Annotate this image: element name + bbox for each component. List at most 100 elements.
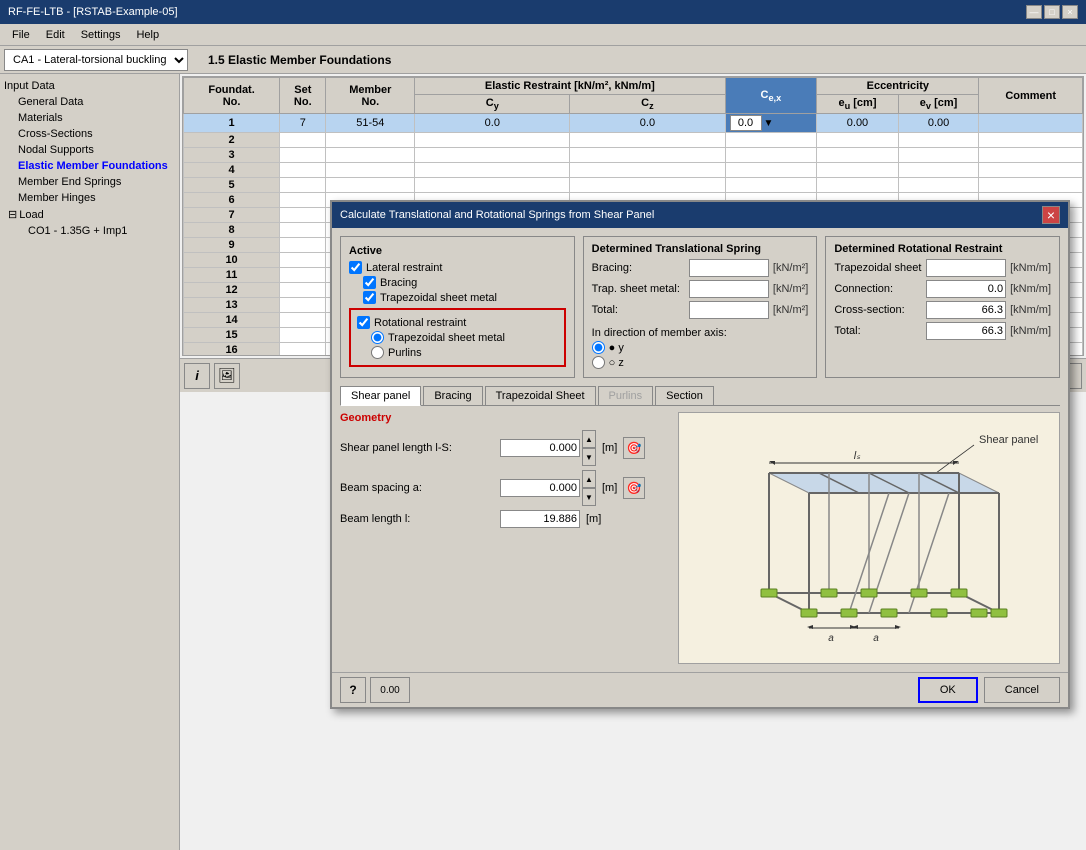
rot-trapezoidal-label: Trapezoidal sheet <box>834 262 921 274</box>
length-row: Shear panel length l-S: ▲ ▼ [m] 🎯 <box>340 430 670 466</box>
trap-radio-row: Trapezoidal sheet metal <box>357 331 558 344</box>
tab-purlins[interactable]: Purlins <box>598 386 654 405</box>
beam-length-label: Beam length l: <box>340 513 500 525</box>
dialog-title-text: Calculate Translational and Rotational S… <box>340 209 654 221</box>
shear-panel-dialog: Calculate Translational and Rotational S… <box>330 200 1070 709</box>
spacing-input-group: ▲ ▼ [m] 🎯 <box>500 470 645 506</box>
tab-section[interactable]: Section <box>655 386 714 405</box>
purlins-label: Purlins <box>388 347 422 359</box>
bracing-spring-row: Bracing: [kN/m²] <box>592 259 809 277</box>
cancel-button[interactable]: Cancel <box>984 677 1060 703</box>
svg-text:a: a <box>828 633 834 644</box>
beam-length-row: Beam length l: [m] <box>340 510 670 528</box>
rot-connection-row: Connection: [kNm/m] <box>834 280 1051 298</box>
trapezoidal-checkbox[interactable] <box>363 291 376 304</box>
lateral-restraint-checkbox[interactable] <box>349 261 362 274</box>
dir-z-row: ○ z <box>592 356 809 369</box>
active-section: Active Lateral restraint Bracing Trapezo… <box>340 236 575 378</box>
rot-connection-input[interactable] <box>926 280 1006 298</box>
spacing-row: Beam spacing a: ▲ ▼ [m] 🎯 <box>340 470 670 506</box>
length-spin-down[interactable]: ▼ <box>582 448 596 466</box>
rot-cross-section-unit: [kNm/m] <box>1010 304 1051 316</box>
translational-section: Determined Translational Spring Bracing:… <box>583 236 818 378</box>
dialog-close-button[interactable]: × <box>1042 206 1060 224</box>
length-spin-up[interactable]: ▲ <box>582 430 596 448</box>
trapezoidal-label: Trapezoidal sheet metal <box>380 292 497 304</box>
rotational-restraint-checkbox[interactable] <box>357 316 370 329</box>
dialog-footer-left: ? 0.00 <box>340 677 410 703</box>
trap-spring-input[interactable] <box>689 280 769 298</box>
spacing-label: Beam spacing a: <box>340 482 500 494</box>
total-spring-unit: [kN/m²] <box>773 304 808 316</box>
purlins-radio-row: Purlins <box>357 346 558 359</box>
direction-label: In direction of member axis: <box>592 327 809 339</box>
rot-total-label: Total: <box>834 325 860 337</box>
shear-panel-svg: Shear panel <box>689 413 1049 663</box>
total-spring-input[interactable] <box>689 301 769 319</box>
length-unit: [m] <box>602 442 617 454</box>
tab-bracing[interactable]: Bracing <box>423 386 482 405</box>
spacing-unit: [m] <box>602 482 617 494</box>
dialog-footer: ? 0.00 OK Cancel <box>332 672 1068 707</box>
spacing-pick-button[interactable]: 🎯 <box>623 477 645 499</box>
trapezoidal-row: Trapezoidal sheet metal <box>349 291 566 304</box>
tab-shear-panel-content: Geometry Shear panel length l-S: ▲ ▼ [m]… <box>340 412 1060 664</box>
active-section-title: Active <box>349 243 566 259</box>
length-input[interactable] <box>500 439 580 457</box>
shear-panel-text: Shear panel <box>979 434 1038 446</box>
rot-total-input[interactable] <box>926 322 1006 340</box>
length-input-group: ▲ ▼ [m] 🎯 <box>500 430 645 466</box>
trap-spring-row: Trap. sheet metal: [kN/m²] <box>592 280 809 298</box>
bracing-spring-input[interactable] <box>689 259 769 277</box>
dir-y-label: ● y <box>609 342 624 354</box>
spacing-spin-up[interactable]: ▲ <box>582 470 596 488</box>
rot-total-unit: [kNm/m] <box>1010 325 1051 337</box>
dir-z-radio[interactable] <box>592 356 605 369</box>
length-label: Shear panel length l-S: <box>340 442 500 454</box>
bracing-label: Bracing <box>380 277 417 289</box>
geometry-title: Geometry <box>340 412 670 424</box>
rot-connection-unit: [kNm/m] <box>1010 283 1051 295</box>
spacing-spin-down[interactable]: ▼ <box>582 488 596 506</box>
geometry-area: Geometry Shear panel length l-S: ▲ ▼ [m]… <box>340 412 670 664</box>
dialog-title-bar: Calculate Translational and Rotational S… <box>332 202 1068 228</box>
beam-length-unit: [m] <box>586 513 601 525</box>
rot-trapezoidal-row: Trapezoidal sheet [kNm/m] <box>834 259 1051 277</box>
svg-text:lₛ: lₛ <box>854 450 861 462</box>
trap-spring-label: Trap. sheet metal: <box>592 283 680 295</box>
purlins-radio[interactable] <box>371 346 384 359</box>
translational-title: Determined Translational Spring <box>592 243 809 255</box>
rotational-restraint-label: Rotational restraint <box>374 317 466 329</box>
rot-connection-label: Connection: <box>834 283 893 295</box>
dialog-top-row: Active Lateral restraint Bracing Trapezo… <box>340 236 1060 378</box>
bracing-spring-label: Bracing: <box>592 262 632 274</box>
dialog-overlay: Calculate Translational and Rotational S… <box>0 0 1086 850</box>
ok-button[interactable]: OK <box>918 677 978 703</box>
direction-area: In direction of member axis: ● y ○ z <box>592 327 809 369</box>
tab-trapezoidal-sheet[interactable]: Trapezoidal Sheet <box>485 386 596 405</box>
trap-sheet-label: Trapezoidal sheet metal <box>388 332 505 344</box>
rot-trapezoidal-unit: [kNm/m] <box>1010 262 1051 274</box>
spacing-input[interactable] <box>500 479 580 497</box>
rot-cross-section-input[interactable] <box>926 301 1006 319</box>
rotational-section: Determined Rotational Restraint Trapezoi… <box>825 236 1060 378</box>
lateral-restraint-label: Lateral restraint <box>366 262 442 274</box>
beam-length-input[interactable] <box>500 510 580 528</box>
rot-cross-section-row: Cross-section: [kNm/m] <box>834 301 1051 319</box>
tab-bar: Shear panel Bracing Trapezoidal Sheet Pu… <box>340 386 1060 406</box>
dir-z-label: ○ z <box>609 357 624 369</box>
dialog-value-button[interactable]: 0.00 <box>370 677 410 703</box>
rotational-title: Determined Rotational Restraint <box>834 243 1051 255</box>
trap-sheet-radio[interactable] <box>371 331 384 344</box>
rot-total-row: Total: [kNm/m] <box>834 322 1051 340</box>
dir-y-radio[interactable] <box>592 341 605 354</box>
tab-shear-panel[interactable]: Shear panel <box>340 386 421 406</box>
dialog-content: Active Lateral restraint Bracing Trapezo… <box>332 228 1068 672</box>
lateral-restraint-row: Lateral restraint <box>349 261 566 274</box>
bracing-checkbox[interactable] <box>363 276 376 289</box>
dialog-help-button[interactable]: ? <box>340 677 366 703</box>
rot-trapezoidal-input[interactable] <box>926 259 1006 277</box>
length-pick-button[interactable]: 🎯 <box>623 437 645 459</box>
bracing-row: Bracing <box>349 276 566 289</box>
rot-cross-section-label: Cross-section: <box>834 304 904 316</box>
